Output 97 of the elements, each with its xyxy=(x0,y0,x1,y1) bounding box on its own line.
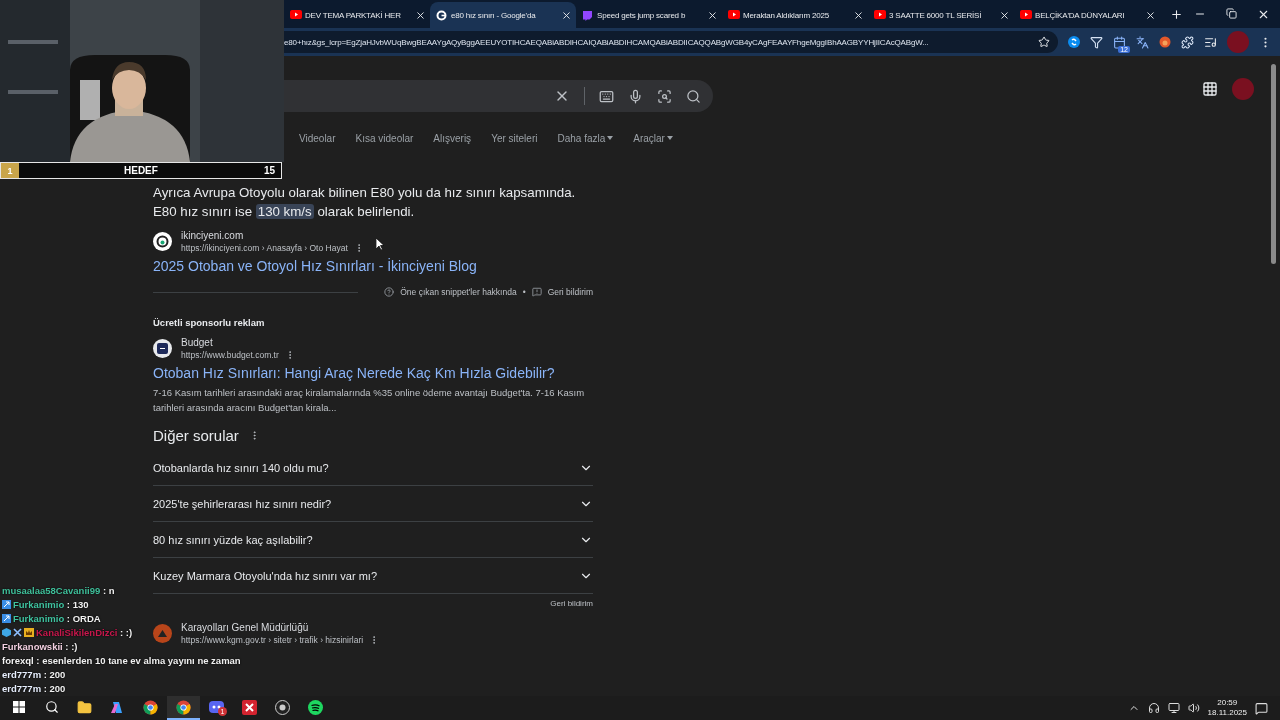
search-filter-tab[interactable]: Alışveriş xyxy=(433,130,472,146)
chat-message: forexql : esenlerden 10 tane ev alma yayını ne zaman xyxy=(2,655,241,666)
chat-message: musaalaa58Cavanii99 : n xyxy=(2,585,115,596)
feedback-icon xyxy=(531,287,542,297)
cube-badge-icon xyxy=(2,628,11,637)
question-row[interactable]: 80 hız sınırı yüzde kaç aşılabilir? xyxy=(153,522,593,558)
cursor-icon xyxy=(376,238,384,250)
playlist-icon[interactable] xyxy=(1204,35,1217,49)
separator-dot: • xyxy=(522,287,526,297)
chat-bubble-icon xyxy=(582,10,593,21)
search-icon[interactable] xyxy=(686,88,701,104)
s-logo-icon[interactable] xyxy=(1068,36,1080,48)
site-name: Budget xyxy=(181,337,214,348)
apps-grid-icon[interactable] xyxy=(1202,81,1218,97)
result-link[interactable]: 2025 Otoban ve Otoyol Hız Sınırları - İkinciyeni Blog xyxy=(153,258,593,274)
search-filter-tab[interactable]: Kısa videolar xyxy=(355,130,414,146)
keyboard-icon[interactable] xyxy=(599,88,614,104)
spotify-icon xyxy=(308,699,323,715)
search-icon xyxy=(44,700,59,714)
close-square-icon xyxy=(242,699,257,715)
chat-message: erd777m : 200 xyxy=(2,683,66,694)
close-icon[interactable] xyxy=(707,9,718,21)
close-icon[interactable] xyxy=(1145,9,1156,21)
globe-icon xyxy=(436,10,447,21)
chat-message: Furkanimio : ORDA xyxy=(13,613,101,624)
feedback-link[interactable]: Geri bildirim xyxy=(547,287,593,297)
chat-message: Furkanowskii : :) xyxy=(2,641,78,652)
swords-badge-icon xyxy=(13,628,22,637)
scrollbar-thumb[interactable] xyxy=(1271,64,1276,264)
help-icon xyxy=(384,287,395,297)
search-filter-tab[interactable]: Videolar xyxy=(299,130,336,146)
fox-icon[interactable] xyxy=(1159,36,1171,48)
close-icon[interactable] xyxy=(415,9,426,21)
headphones-icon[interactable] xyxy=(1147,702,1160,714)
feedback-link[interactable]: Geri bildirim xyxy=(550,599,593,608)
ad-link[interactable]: Otoban Hız Sınırları: Hangi Araç Nerede Kaç Km Hızla Gidebilir? xyxy=(153,365,593,381)
site-url: https://ikinciyeni.com › Anasayfa › Oto Hayat xyxy=(181,243,348,253)
play-icon xyxy=(728,10,740,19)
subscriber-badge-icon xyxy=(2,614,11,623)
taskbar-clock[interactable]: 20:59 18.11.2025 xyxy=(1207,698,1247,718)
chrome-icon xyxy=(176,699,191,715)
chat-message: KanaliSikilenDizci : :) xyxy=(36,627,133,638)
browser-tab[interactable]: Speed gets jump scared b xyxy=(576,2,722,28)
play-icon xyxy=(290,10,302,19)
restore-icon[interactable] xyxy=(1226,7,1237,19)
goal-rank: 1 xyxy=(1,163,19,178)
play-icon xyxy=(1020,10,1032,19)
goal-count: 15 xyxy=(263,165,275,176)
windows-icon xyxy=(12,701,25,713)
browser-tab[interactable]: e80 hız sınırı - Google'da xyxy=(430,2,576,28)
notifications-icon[interactable] xyxy=(1255,701,1268,715)
about-link[interactable]: Öne çıkan snippet'ler hakkında xyxy=(400,287,517,297)
ad-label: Ücretli sponsorlu reklam xyxy=(153,317,266,328)
chat-message: erd777m : 200 xyxy=(2,669,66,680)
chat-message: Furkanimio : 130 xyxy=(13,599,89,610)
close-icon[interactable] xyxy=(853,9,864,21)
folder-icon xyxy=(77,699,92,715)
chrome-icon xyxy=(143,699,158,715)
extensions-icon[interactable] xyxy=(1181,35,1194,49)
browser-tab[interactable]: BELÇİKA'DA DÜNYALARI xyxy=(1014,2,1160,28)
monitor-icon[interactable] xyxy=(1167,702,1180,714)
site-logo-icon xyxy=(153,232,172,251)
search-filter-tab[interactable]: Yer siteleri xyxy=(491,130,538,146)
search-filter-tab[interactable]: Daha fazla xyxy=(557,130,614,146)
record-icon xyxy=(275,699,290,715)
browser-tab[interactable]: Meraktan Aldıklarım 2025 xyxy=(722,2,868,28)
new-tab-icon[interactable] xyxy=(1170,7,1183,21)
browser-tab[interactable]: DEV TEMA PARKTAKİ HER xyxy=(284,2,430,28)
question-row[interactable]: 2025'te şehirlerarası hız sınırı nedir? xyxy=(153,486,593,522)
site-url: https://www.kgm.gov.tr › sitetr › trafik › hizsinirlari xyxy=(181,635,364,645)
subscriber-badge-icon xyxy=(2,600,11,609)
goal-label: HEDEF xyxy=(124,165,158,176)
close-icon[interactable] xyxy=(999,9,1010,21)
play-icon xyxy=(874,10,886,19)
site-name: Karayolları Genel Müdürlüğü xyxy=(181,622,310,633)
site-name: ikinciyeni.com xyxy=(181,230,245,241)
browser-tab[interactable]: 3 SAATTE 6000 TL SERİSİ xyxy=(868,2,1014,28)
microphone-icon[interactable] xyxy=(628,88,643,104)
crown-badge-icon xyxy=(24,628,34,637)
site-url: https://www.budget.com.tr xyxy=(181,350,279,360)
ribbon-logo-icon xyxy=(110,699,125,715)
site-logo-icon xyxy=(153,339,172,358)
translate-icon[interactable] xyxy=(1136,35,1149,49)
close-icon[interactable] xyxy=(561,9,572,21)
snippet-text: Ayrıca Avrupa Otoyolu olarak bilinen E80 yolu da hız sınırı kapsamında. E80 hız sınırı ise 130 km/s olarak belirlendi. xyxy=(153,184,577,221)
camera-search-icon[interactable] xyxy=(657,88,672,104)
volume-icon[interactable] xyxy=(1187,702,1200,714)
site-logo-icon xyxy=(153,624,172,643)
filter-icon[interactable] xyxy=(1090,35,1103,49)
section-heading: Diğer sorular xyxy=(153,427,239,444)
star-icon[interactable] xyxy=(1038,36,1050,48)
address-bar[interactable]: e80+hız&gs_lcrp=EgZjaHJvbWUqBwgBEAAYgAQyBggAEEUYOTIHCAEQABiABDIHCAIQABiABDIHCAMQABiABDIICAQQABgWGB4yCAgFEAAYFhgeMggIBhAAGBYYHjIICAcQABgW... xyxy=(284,31,1058,53)
question-row[interactable]: Otobanlarda hız sınırı 140 oldu mu? xyxy=(153,450,593,486)
ad-description: 7-16 Kasım tarihleri arasındaki araç kiralamalarında %35 online ödeme avantajı Budget'ta. 7-16 Kasım tarihleri arasında aracını Budget'tan kirala... xyxy=(153,386,586,415)
taskbar-app[interactable] xyxy=(167,696,200,720)
search-filter-tab[interactable]: Araçlar xyxy=(633,130,673,146)
question-row[interactable]: Kuzey Marmara Otoyolu'nda hız sınırı var mı? xyxy=(153,558,593,594)
